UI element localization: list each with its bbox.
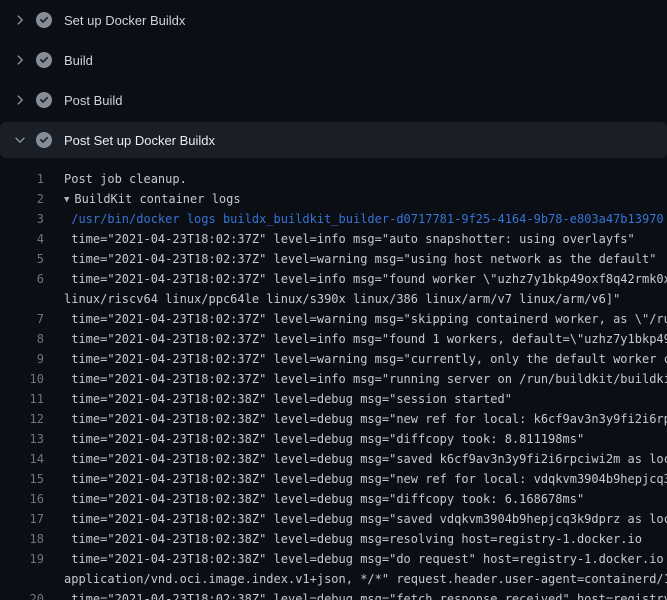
log-line-text: time="2021-04-23T18:02:38Z" level=debug … [64,509,667,529]
log-line-text: time="2021-04-23T18:02:37Z" level=info m… [64,369,667,389]
chevron-down-icon [12,132,28,148]
step-label: Post Build [64,93,123,108]
log-viewer: 1 Post job cleanup. 2 ▼BuildKit containe… [0,158,667,600]
log-line-text: time="2021-04-23T18:02:38Z" level=debug … [64,589,667,600]
log-row: 8 time="2021-04-23T18:02:37Z" level=info… [0,329,667,349]
log-row: 20 time="2021-04-23T18:02:38Z" level=deb… [0,589,667,600]
log-row: 16 time="2021-04-23T18:02:38Z" level=deb… [0,489,667,509]
log-line-text: time="2021-04-23T18:02:37Z" level=info m… [64,229,635,249]
log-line-text: time="2021-04-23T18:02:37Z" level=warnin… [64,349,667,369]
chevron-right-icon [12,52,28,68]
log-line-text: time="2021-04-23T18:02:38Z" level=debug … [64,489,584,509]
log-row: 5 time="2021-04-23T18:02:37Z" level=warn… [0,249,667,269]
chevron-right-icon [12,12,28,28]
log-line-number[interactable]: 13 [0,429,44,449]
log-line-text: time="2021-04-23T18:02:38Z" level=debug … [64,549,667,569]
step-header[interactable]: Set up Docker Buildx [0,0,667,40]
log-row: 13 time="2021-04-23T18:02:38Z" level=deb… [0,429,667,449]
log-row: 9 time="2021-04-23T18:02:37Z" level=warn… [0,349,667,369]
step-header[interactable]: Build [0,40,667,80]
log-line-text: time="2021-04-23T18:02:38Z" level=debug … [64,389,512,409]
log-line-number[interactable]: 19 [0,549,44,569]
log-line-number[interactable]: 16 [0,489,44,509]
log-line-number[interactable]: 9 [0,349,44,369]
log-line-number[interactable]: 14 [0,449,44,469]
log-row: 7 time="2021-04-23T18:02:37Z" level=warn… [0,309,667,329]
log-line-text: application/vnd.oci.image.index.v1+json,… [64,569,667,589]
log-line-number[interactable] [0,569,44,589]
log-line-number[interactable]: 12 [0,409,44,429]
log-line-number[interactable]: 17 [0,509,44,529]
log-line-number[interactable]: 8 [0,329,44,349]
log-row: 19 time="2021-04-23T18:02:38Z" level=deb… [0,549,667,569]
log-row: 14 time="2021-04-23T18:02:38Z" level=deb… [0,449,667,469]
log-line-text: time="2021-04-23T18:02:38Z" level=debug … [64,409,667,429]
log-line-number[interactable]: 4 [0,229,44,249]
log-line-text: time="2021-04-23T18:02:37Z" level=warnin… [64,309,667,329]
log-line-number[interactable]: 5 [0,249,44,269]
check-circle-icon [36,92,52,108]
log-line-number[interactable]: 20 [0,589,44,600]
log-line-text: time="2021-04-23T18:02:37Z" level=info m… [64,269,667,289]
log-line-text: ▼BuildKit container logs [64,189,241,209]
check-circle-icon [36,52,52,68]
log-line-number[interactable]: 10 [0,369,44,389]
log-line-number[interactable]: 15 [0,469,44,489]
log-row: 10 time="2021-04-23T18:02:37Z" level=inf… [0,369,667,389]
log-row: 6 time="2021-04-23T18:02:37Z" level=info… [0,269,667,289]
check-circle-icon [36,132,52,148]
log-row: 17 time="2021-04-23T18:02:38Z" level=deb… [0,509,667,529]
step-label: Build [64,53,93,68]
log-line-number[interactable]: 18 [0,529,44,549]
log-line-number[interactable]: 3 [0,209,44,229]
log-line-text: Post job cleanup. [64,169,187,189]
step-header[interactable]: Post Build [0,80,667,120]
group-collapse-triangle-icon: ▼ [64,190,69,210]
log-row: 4 time="2021-04-23T18:02:37Z" level=info… [0,229,667,249]
log-line-text: time="2021-04-23T18:02:38Z" level=debug … [64,529,642,549]
log-line-text: time="2021-04-23T18:02:38Z" level=debug … [64,429,584,449]
log-group-header[interactable]: 2 ▼BuildKit container logs [0,189,667,209]
log-line-number[interactable]: 2 [0,189,44,209]
chevron-right-icon [12,92,28,108]
log-row: 18 time="2021-04-23T18:02:38Z" level=deb… [0,529,667,549]
step-label: Post Set up Docker Buildx [64,133,215,148]
check-circle-icon [36,12,52,28]
log-row: 15 time="2021-04-23T18:02:38Z" level=deb… [0,469,667,489]
log-line-number[interactable]: 11 [0,389,44,409]
log-row: application/vnd.oci.image.index.v1+json,… [0,569,667,589]
log-line-text: linux/riscv64 linux/ppc64le linux/s390x … [64,289,620,309]
log-line-number[interactable] [0,289,44,309]
log-line-number[interactable]: 7 [0,309,44,329]
log-line-number[interactable]: 6 [0,269,44,289]
log-line-text: time="2021-04-23T18:02:37Z" level=warnin… [64,249,656,269]
log-row: 1 Post job cleanup. [0,169,667,189]
log-line-text: time="2021-04-23T18:02:38Z" level=debug … [64,469,667,489]
step-label: Set up Docker Buildx [64,13,185,28]
steps-list: Set up Docker Buildx Build P [0,0,667,158]
log-row: 12 time="2021-04-23T18:02:38Z" level=deb… [0,409,667,429]
log-row: 3 /usr/bin/docker logs buildx_buildkit_b… [0,209,667,229]
step-header[interactable]: Post Set up Docker Buildx [0,122,667,158]
log-line-text: time="2021-04-23T18:02:37Z" level=info m… [64,329,667,349]
log-row: linux/riscv64 linux/ppc64le linux/s390x … [0,289,667,309]
log-line-number[interactable]: 1 [0,169,44,189]
log-line-text: /usr/bin/docker logs buildx_buildkit_bui… [64,209,664,229]
log-row: 11 time="2021-04-23T18:02:38Z" level=deb… [0,389,667,409]
log-line-text: time="2021-04-23T18:02:38Z" level=debug … [64,449,667,469]
